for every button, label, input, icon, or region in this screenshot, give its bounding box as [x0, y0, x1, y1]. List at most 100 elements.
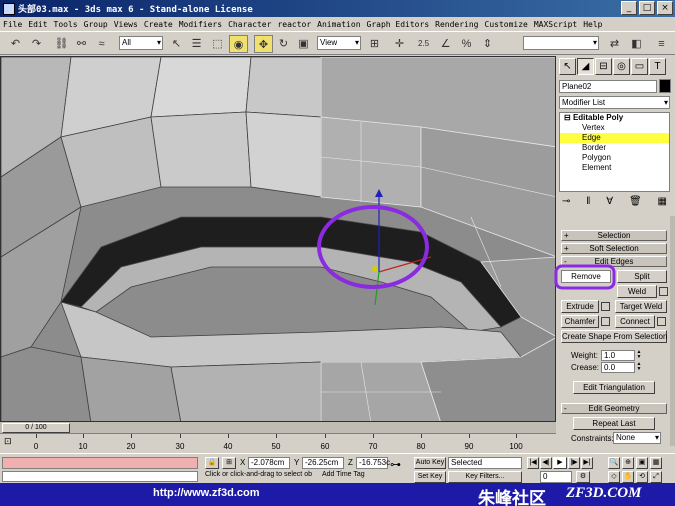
- perspective-viewport[interactable]: [0, 56, 556, 422]
- time-slider[interactable]: 0 / 100: [0, 422, 556, 434]
- select-manipulate-icon[interactable]: ✛: [390, 35, 409, 53]
- target-weld-button[interactable]: Target Weld: [615, 300, 667, 313]
- menu-tools[interactable]: Tools: [54, 20, 78, 29]
- connect-button[interactable]: Connect: [615, 315, 655, 328]
- repeat-last-button[interactable]: Repeat Last: [573, 417, 655, 430]
- crease-spinner-icon[interactable]: ▲ ▼: [636, 362, 642, 373]
- chamfer-settings-icon[interactable]: [601, 317, 610, 326]
- connect-settings-icon[interactable]: [657, 317, 666, 326]
- menu-character[interactable]: Character: [228, 20, 271, 29]
- show-end-result-icon[interactable]: ‖: [586, 196, 590, 212]
- utilities-tab-icon[interactable]: T: [649, 58, 666, 75]
- stack-item-border[interactable]: Border: [560, 143, 669, 153]
- menu-group[interactable]: Group: [84, 20, 108, 29]
- menu-graph-editors[interactable]: Graph Editors: [367, 20, 430, 29]
- auto-key-button[interactable]: Auto Key: [414, 457, 446, 469]
- align-icon[interactable]: ◧: [627, 35, 646, 53]
- create-shape-button[interactable]: Create Shape From Selection: [561, 330, 667, 343]
- set-key-button[interactable]: Set Key: [414, 471, 446, 483]
- menu-create[interactable]: Create: [144, 20, 173, 29]
- goto-end-icon[interactable]: ▶|: [581, 457, 593, 469]
- key-mode-dropdown[interactable]: Selected: [448, 457, 522, 469]
- stack-item-edge[interactable]: Edge: [560, 133, 669, 143]
- percent-snap-icon[interactable]: %: [457, 35, 476, 53]
- spinner-snap-icon[interactable]: ⇕: [478, 35, 497, 53]
- goto-start-icon[interactable]: |◀: [527, 457, 539, 469]
- select-by-name-icon[interactable]: ☰: [187, 35, 206, 53]
- window-crossing-icon[interactable]: ◉: [229, 35, 248, 53]
- maximize-viewport-icon[interactable]: ⤢: [650, 471, 662, 483]
- weld-settings-icon[interactable]: [659, 287, 668, 296]
- object-color-swatch[interactable]: [659, 79, 671, 93]
- stack-item-editable-poly[interactable]: ⊟ Editable Poly: [560, 113, 669, 123]
- stack-item-polygon[interactable]: Polygon: [560, 153, 669, 163]
- bind-spacewarp-icon[interactable]: ≈: [92, 35, 111, 53]
- menu-edit[interactable]: Edit: [28, 20, 47, 29]
- menu-rendering[interactable]: Rendering: [435, 20, 478, 29]
- maximize-button[interactable]: □: [639, 1, 655, 15]
- region-select-icon[interactable]: ⬚: [208, 35, 227, 53]
- site-url[interactable]: http://www.zf3d.com: [153, 487, 260, 499]
- select-and-move-icon[interactable]: ✥: [254, 35, 273, 53]
- y-coordinate-field[interactable]: -26.25cm: [302, 457, 344, 469]
- menu-customize[interactable]: Customize: [485, 20, 528, 29]
- object-name-field[interactable]: Plane02: [559, 80, 657, 93]
- stack-item-element[interactable]: Element: [560, 163, 669, 173]
- rollout-selection[interactable]: + Selection: [561, 230, 667, 241]
- constraints-dropdown[interactable]: None: [613, 432, 661, 444]
- weight-field[interactable]: 1.0: [601, 350, 635, 361]
- redo-icon[interactable]: ↷: [27, 35, 46, 53]
- add-time-tag[interactable]: Add Time Tag: [322, 471, 365, 478]
- weight-spinner-icon[interactable]: ▲ ▼: [636, 350, 642, 361]
- create-tab-icon[interactable]: ↖: [559, 58, 576, 75]
- display-tab-icon[interactable]: ▭: [631, 58, 648, 75]
- motion-tab-icon[interactable]: ◎: [613, 58, 630, 75]
- pan-icon[interactable]: ✋: [622, 471, 634, 483]
- mirror-icon[interactable]: ⇄: [605, 35, 624, 53]
- modify-tab-icon[interactable]: ◢: [577, 58, 594, 75]
- undo-icon[interactable]: ↶: [6, 35, 25, 53]
- extrude-button[interactable]: Extrude: [561, 300, 599, 313]
- select-object-icon[interactable]: ↖: [167, 35, 186, 53]
- select-and-rotate-icon[interactable]: ↻: [274, 35, 293, 53]
- time-config-icon[interactable]: ⚙: [576, 471, 590, 483]
- z-coordinate-field[interactable]: -16.753c: [356, 457, 390, 469]
- menu-reactor[interactable]: reactor: [277, 20, 311, 29]
- weld-button[interactable]: Weld: [617, 285, 657, 298]
- edit-triangulation-button[interactable]: Edit Triangulation: [573, 381, 655, 394]
- make-unique-icon[interactable]: ∀: [606, 196, 613, 212]
- menu-file[interactable]: File: [3, 20, 22, 29]
- minimize-button[interactable]: _: [621, 1, 637, 15]
- angle-snap-icon[interactable]: ∠: [436, 35, 455, 53]
- remove-modifier-icon[interactable]: 🗑: [629, 196, 642, 212]
- menu-animation[interactable]: Animation: [317, 20, 360, 29]
- select-and-scale-icon[interactable]: ▣: [294, 35, 313, 53]
- split-button[interactable]: Split: [617, 270, 667, 283]
- zoom-all-icon[interactable]: ⊕: [622, 457, 634, 469]
- modifier-list-dropdown[interactable]: Modifier List: [559, 96, 670, 109]
- selection-lock-icon[interactable]: 🔒: [205, 457, 219, 469]
- configure-sets-icon[interactable]: ▦: [658, 196, 667, 212]
- menu-maxscript[interactable]: MAXScript: [534, 20, 577, 29]
- snap-toggle-icon[interactable]: 2.5: [414, 35, 433, 53]
- track-bar[interactable]: ⊡ 0 10 20 30 40 50 60 70 80 90 100: [0, 434, 556, 453]
- rollout-soft-selection[interactable]: + Soft Selection: [561, 243, 667, 254]
- extrude-settings-icon[interactable]: [601, 302, 610, 311]
- menu-help[interactable]: Help: [583, 20, 602, 29]
- rollout-edit-geometry[interactable]: - Edit Geometry: [561, 403, 667, 414]
- x-coordinate-field[interactable]: -2.078cm: [248, 457, 290, 469]
- panel-scrollbar[interactable]: [670, 216, 675, 446]
- current-frame-field[interactable]: 0: [540, 471, 572, 483]
- fov-icon[interactable]: ◇: [608, 471, 620, 483]
- layer-manager-icon[interactable]: ≡: [652, 35, 671, 53]
- pin-stack-icon[interactable]: ⊸: [562, 196, 570, 212]
- menu-views[interactable]: Views: [114, 20, 138, 29]
- zoom-extents-all-icon[interactable]: ▦: [650, 457, 662, 469]
- stack-item-vertex[interactable]: Vertex: [560, 123, 669, 133]
- reference-coord-dropdown[interactable]: View: [317, 36, 361, 50]
- zoom-extents-icon[interactable]: ▣: [636, 457, 648, 469]
- next-frame-icon[interactable]: |▶: [568, 457, 580, 469]
- link-icon[interactable]: ⛓: [52, 35, 71, 53]
- hierarchy-tab-icon[interactable]: ⊟: [595, 58, 612, 75]
- pivot-center-icon[interactable]: ⊞: [365, 35, 384, 53]
